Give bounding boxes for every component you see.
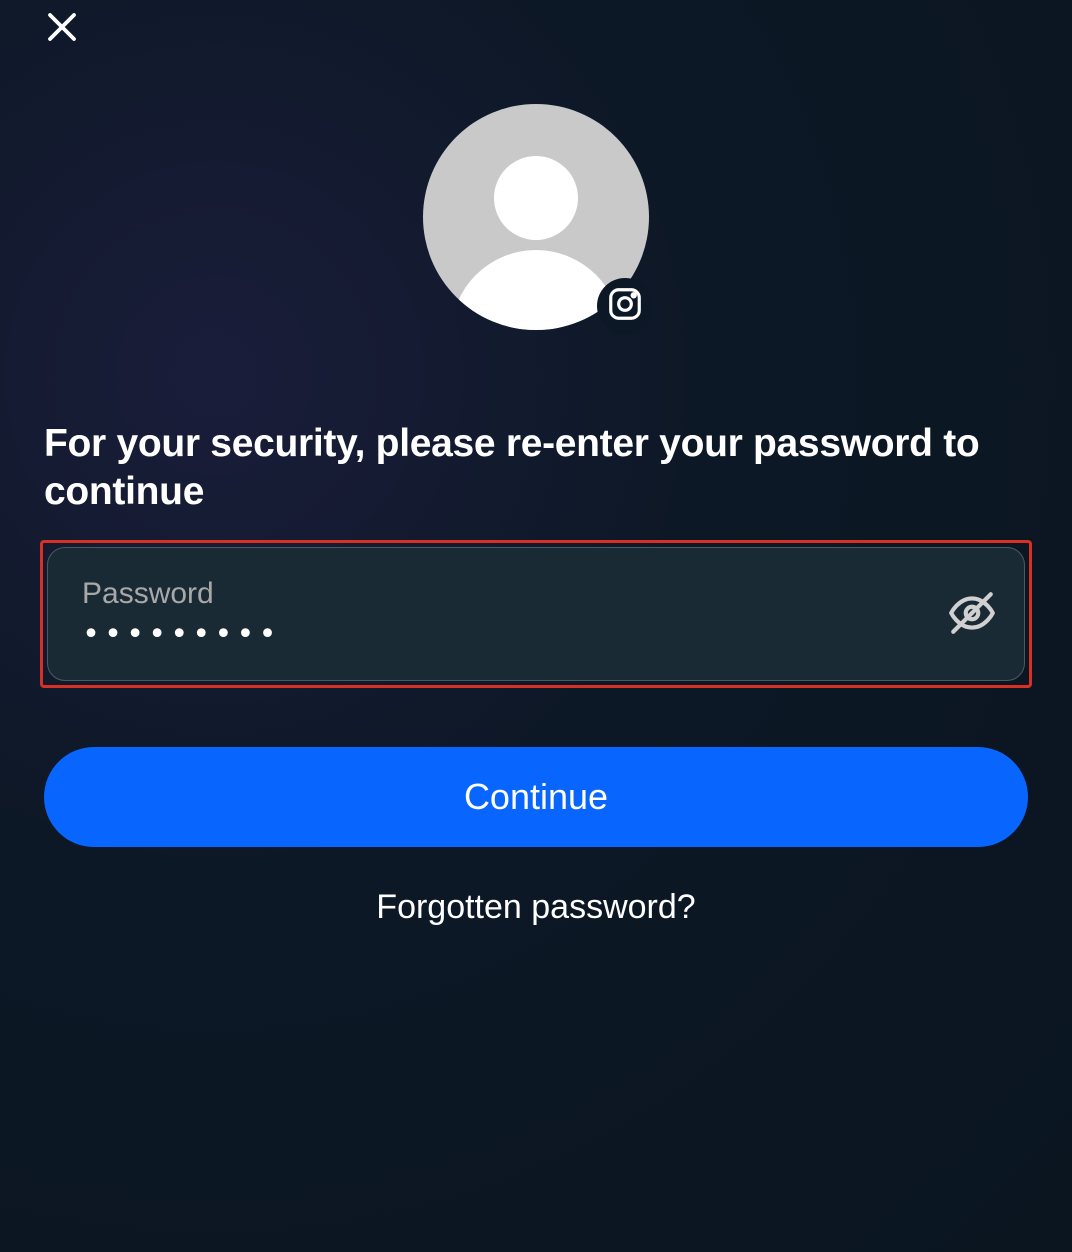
close-icon (44, 9, 80, 48)
continue-button[interactable]: Continue (44, 747, 1028, 847)
toggle-password-visibility-button[interactable] (944, 586, 1000, 642)
forgotten-password-link[interactable]: Forgotten password? (0, 888, 1072, 927)
close-button[interactable] (42, 8, 82, 48)
instagram-icon (606, 285, 644, 328)
password-input[interactable] (82, 617, 944, 652)
eye-off-icon (947, 588, 997, 641)
avatar-container (423, 104, 649, 330)
password-label: Password (82, 577, 944, 611)
security-heading: For your security, please re-enter your … (44, 420, 1028, 517)
password-field-highlight: Password (40, 540, 1032, 688)
instagram-badge (597, 278, 653, 334)
password-field[interactable]: Password (47, 547, 1025, 681)
